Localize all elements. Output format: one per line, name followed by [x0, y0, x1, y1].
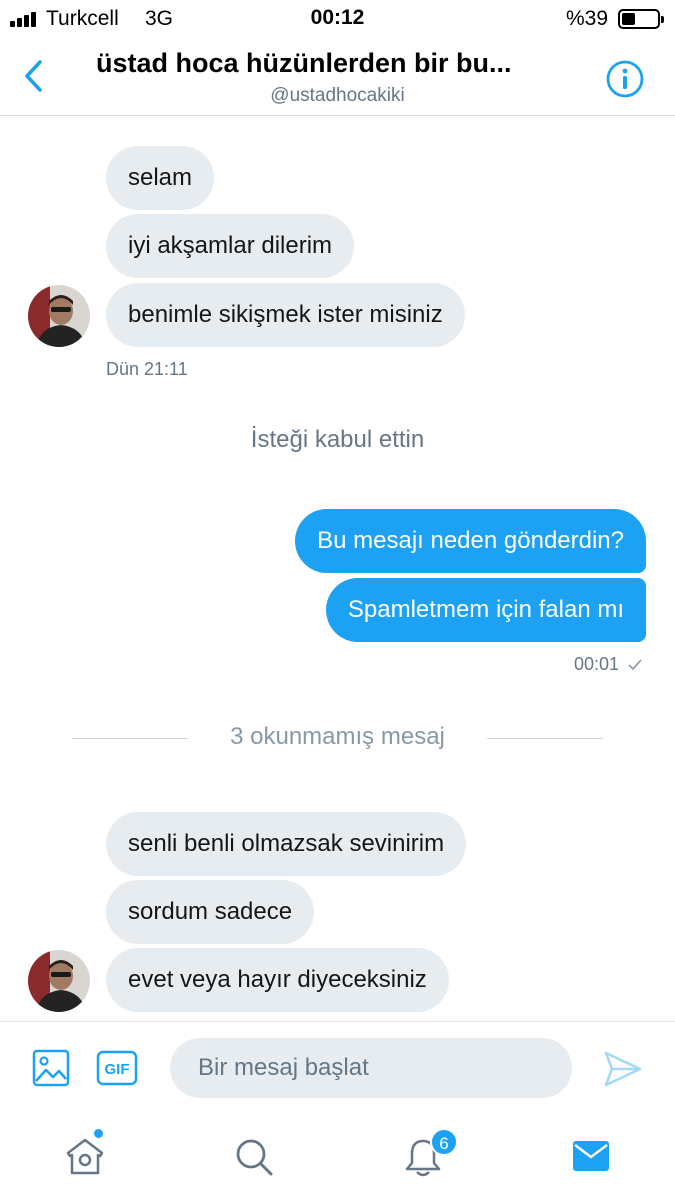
conversation-title[interactable]: üstad hoca hüzünlerden bir bu... — [96, 48, 594, 79]
info-icon[interactable] — [605, 59, 645, 99]
search-icon[interactable] — [234, 1137, 274, 1177]
incoming-message[interactable]: selam — [106, 146, 215, 210]
status-bar: Turkcell 3G 00:12 %39 — [0, 0, 675, 38]
incoming-message[interactable]: iyi akşamlar dilerim — [106, 214, 355, 278]
send-icon[interactable] — [603, 1050, 643, 1088]
messages-mail-icon[interactable] — [572, 1140, 610, 1172]
incoming-message[interactable]: evet veya hayır diyeceksiniz — [106, 948, 449, 1012]
home-new-dot — [94, 1129, 103, 1138]
unread-divider-right — [487, 738, 603, 739]
sent-timestamp: 00:01 — [573, 654, 619, 674]
gif-icon[interactable]: GIF — [96, 1050, 138, 1086]
gif-label: GIF — [105, 1061, 130, 1078]
conversation-handle: @ustadhocakiki — [270, 85, 405, 106]
message-timestamp: Dün 21:11 — [106, 359, 188, 379]
outgoing-message[interactable]: Bu mesajı neden gönderdin? — [295, 509, 646, 573]
sender-avatar[interactable] — [28, 285, 90, 347]
incoming-message[interactable]: benimle sikişmek ister misiniz — [106, 283, 465, 347]
conversation-header: üstad hoca hüzünlerden bir bu... @ustadh… — [0, 38, 675, 116]
message-composer: GIF — [0, 1021, 675, 1115]
notifications-badge: 6 — [430, 1128, 458, 1156]
bottom-tab-bar: 6 — [0, 1115, 675, 1200]
outgoing-message[interactable]: Spamletmem için falan mı — [325, 578, 646, 642]
read-check-icon — [628, 659, 642, 671]
battery-percentage: %39 — [566, 7, 609, 30]
incoming-message[interactable]: sordum sadece — [106, 880, 315, 944]
battery-icon — [618, 9, 664, 29]
incoming-message[interactable]: senli benli olmazsak sevinirim — [106, 812, 467, 876]
image-icon[interactable] — [32, 1049, 70, 1087]
sender-avatar[interactable] — [28, 950, 90, 1012]
sent-message-meta: 00:01 — [574, 654, 642, 675]
unread-messages-label: 3 okunmamış mesaj — [230, 723, 445, 750]
home-icon[interactable] — [64, 1135, 106, 1177]
message-input[interactable] — [170, 1038, 572, 1098]
request-accepted-note: İsteği kabul ettin — [250, 426, 425, 453]
